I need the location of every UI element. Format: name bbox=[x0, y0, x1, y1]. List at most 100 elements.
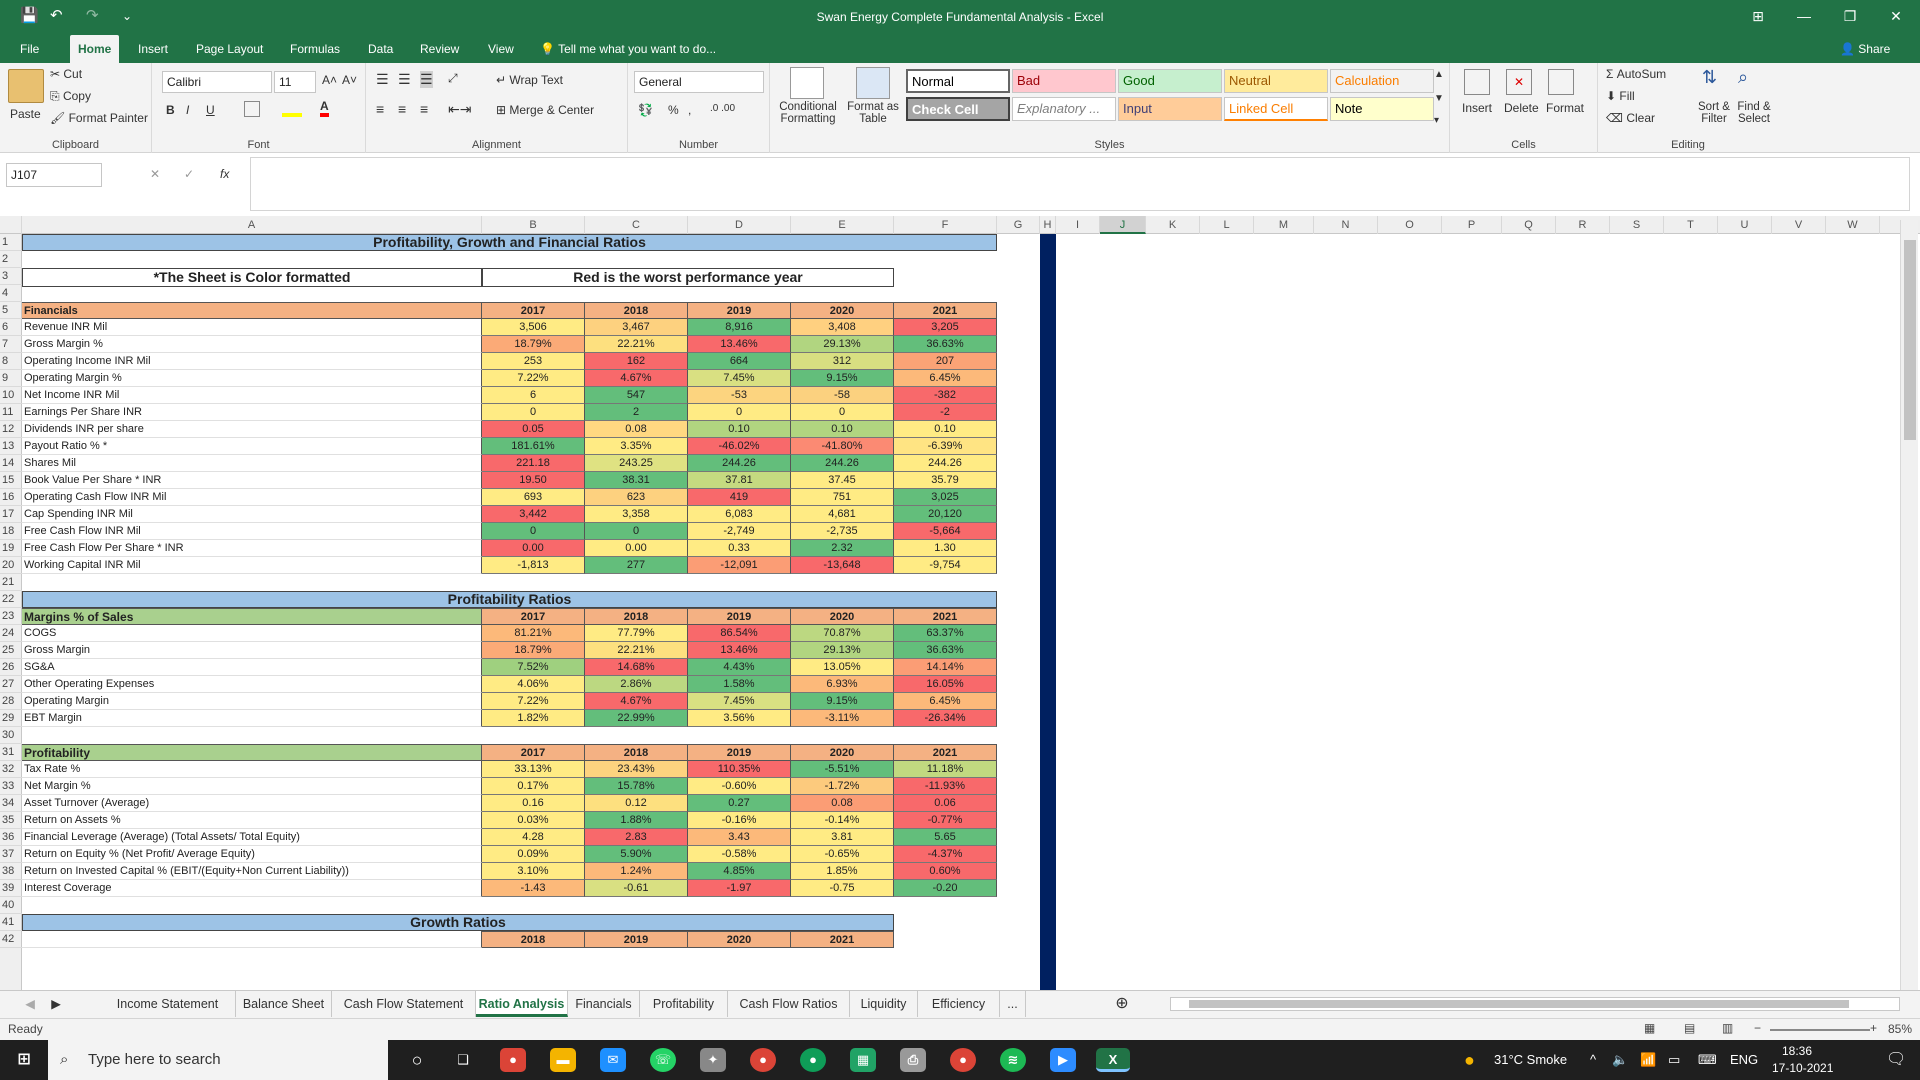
metric-value-row-32-2017[interactable]: 33.13% bbox=[482, 761, 585, 778]
sort-filter-icon[interactable]: ⇅ bbox=[1702, 67, 1717, 88]
minimize-button[interactable]: — bbox=[1782, 5, 1826, 27]
tab-data[interactable]: Data bbox=[360, 35, 401, 63]
metric-value-row-16-2020[interactable]: 751 bbox=[791, 489, 894, 506]
metric-value-row-26-2017[interactable]: 7.52% bbox=[482, 659, 585, 676]
metric-value-row-25-2018[interactable]: 22.21% bbox=[585, 642, 688, 659]
metric-value-row-33-2019[interactable]: -0.60% bbox=[688, 778, 791, 795]
row-header-4[interactable]: 4 bbox=[0, 285, 22, 302]
metric-value-row-18-2021[interactable]: -5,664 bbox=[894, 523, 997, 540]
row-header-5[interactable]: 5 bbox=[0, 302, 22, 319]
battery-icon[interactable]: ▭ bbox=[1668, 1040, 1680, 1080]
metric-value-row-10-2019[interactable]: -53 bbox=[688, 387, 791, 404]
cancel-icon[interactable]: ✕ bbox=[150, 167, 160, 181]
clipboard-icon[interactable] bbox=[8, 69, 44, 103]
metric-value-row-11-2020[interactable]: 0 bbox=[791, 404, 894, 421]
row-header-23[interactable]: 23 bbox=[0, 608, 22, 625]
metric-value-row-11-2018[interactable]: 2 bbox=[585, 404, 688, 421]
row-header-34[interactable]: 34 bbox=[0, 795, 22, 812]
metric-value-row-26-2020[interactable]: 13.05% bbox=[791, 659, 894, 676]
metric-value-row-6-2017[interactable]: 3,506 bbox=[482, 319, 585, 336]
metric-value-row-39-2018[interactable]: -0.61 bbox=[585, 880, 688, 897]
row-header-19[interactable]: 19 bbox=[0, 540, 22, 557]
column-header-T[interactable]: T bbox=[1664, 216, 1718, 234]
column-header-I[interactable]: I bbox=[1056, 216, 1100, 234]
sheet-tab-ratio-analysis[interactable]: Ratio Analysis bbox=[476, 991, 568, 1017]
italic-button[interactable]: I bbox=[186, 103, 189, 117]
gallery-up-icon[interactable]: ▲ bbox=[1434, 69, 1444, 80]
metric-value-row-28-2019[interactable]: 7.45% bbox=[688, 693, 791, 710]
row-header-28[interactable]: 28 bbox=[0, 693, 22, 710]
style-normal[interactable]: Normal bbox=[906, 69, 1010, 93]
format-as-table-button[interactable]: Format as Table bbox=[844, 101, 902, 125]
ribbon-display-icon[interactable]: ⊞ bbox=[1736, 5, 1780, 27]
metric-value-row-8-2017[interactable]: 253 bbox=[482, 353, 585, 370]
row-header-6[interactable]: 6 bbox=[0, 319, 22, 336]
align-bottom-icon[interactable]: ☰ bbox=[420, 71, 433, 88]
share-button[interactable]: 👤 Share bbox=[1840, 35, 1890, 63]
metric-value-row-36-2021[interactable]: 5.65 bbox=[894, 829, 997, 846]
column-header-F[interactable]: F bbox=[894, 216, 997, 234]
column-header-M[interactable]: M bbox=[1254, 216, 1314, 234]
shrink-font-button[interactable]: A˅ bbox=[342, 73, 357, 87]
name-box[interactable]: J107 bbox=[6, 163, 102, 187]
row-header-13[interactable]: 13 bbox=[0, 438, 22, 455]
column-header-O[interactable]: O bbox=[1378, 216, 1442, 234]
currency-icon[interactable]: 💱 bbox=[638, 103, 653, 117]
metric-value-row-9-2021[interactable]: 6.45% bbox=[894, 370, 997, 387]
metric-value-row-7-2017[interactable]: 18.79% bbox=[482, 336, 585, 353]
metric-value-row-36-2020[interactable]: 3.81 bbox=[791, 829, 894, 846]
chrome-profile-2-icon[interactable]: ● bbox=[800, 1048, 826, 1072]
metric-value-row-28-2021[interactable]: 6.45% bbox=[894, 693, 997, 710]
fill-color-icon[interactable] bbox=[282, 101, 302, 117]
language-indicator[interactable]: ENG bbox=[1730, 1040, 1758, 1080]
metric-value-row-16-2017[interactable]: 693 bbox=[482, 489, 585, 506]
metric-value-row-34-2017[interactable]: 0.16 bbox=[482, 795, 585, 812]
metric-value-row-18-2017[interactable]: 0 bbox=[482, 523, 585, 540]
metric-value-row-14-2018[interactable]: 243.25 bbox=[585, 455, 688, 472]
add-sheet-icon[interactable]: ⊕ bbox=[1110, 991, 1134, 1017]
find-select-button[interactable]: Find & Select bbox=[1732, 101, 1776, 125]
metric-value-row-24-2020[interactable]: 70.87% bbox=[791, 625, 894, 642]
metric-value-row-37-2017[interactable]: 0.09% bbox=[482, 846, 585, 863]
metric-value-row-24-2021[interactable]: 63.37% bbox=[894, 625, 997, 642]
metric-value-row-28-2017[interactable]: 7.22% bbox=[482, 693, 585, 710]
next-sheet-icon[interactable]: ▶ bbox=[46, 991, 66, 1017]
conditional-formatting-button[interactable]: Conditional Formatting bbox=[776, 101, 840, 125]
metric-value-row-16-2019[interactable]: 419 bbox=[688, 489, 791, 506]
row-header-42[interactable]: 42 bbox=[0, 931, 22, 948]
metric-value-row-6-2019[interactable]: 8,916 bbox=[688, 319, 791, 336]
metric-value-row-25-2020[interactable]: 29.13% bbox=[791, 642, 894, 659]
align-right-icon[interactable]: ≡ bbox=[420, 101, 428, 117]
metric-value-row-28-2018[interactable]: 4.67% bbox=[585, 693, 688, 710]
metric-value-row-26-2019[interactable]: 4.43% bbox=[688, 659, 791, 676]
taskbar-search[interactable]: ⌕ Type here to search bbox=[48, 1040, 388, 1080]
column-header-G[interactable]: G bbox=[997, 216, 1040, 234]
metric-value-row-27-2020[interactable]: 6.93% bbox=[791, 676, 894, 693]
metric-value-row-12-2018[interactable]: 0.08 bbox=[585, 421, 688, 438]
metric-value-row-33-2020[interactable]: -1.72% bbox=[791, 778, 894, 795]
metric-value-row-20-2020[interactable]: -13,648 bbox=[791, 557, 894, 574]
font-name-select[interactable]: Calibri bbox=[162, 71, 272, 93]
metric-value-row-7-2020[interactable]: 29.13% bbox=[791, 336, 894, 353]
row-header-37[interactable]: 37 bbox=[0, 846, 22, 863]
metric-value-row-33-2018[interactable]: 15.78% bbox=[585, 778, 688, 795]
bold-button[interactable]: B bbox=[166, 103, 175, 117]
metric-value-row-18-2020[interactable]: -2,735 bbox=[791, 523, 894, 540]
metric-value-row-8-2019[interactable]: 664 bbox=[688, 353, 791, 370]
horizontal-scroll-thumb[interactable] bbox=[1189, 1000, 1849, 1008]
column-header-K[interactable]: K bbox=[1146, 216, 1200, 234]
style-input[interactable]: Input bbox=[1118, 97, 1222, 121]
sheets-icon[interactable]: ▦ bbox=[850, 1048, 876, 1072]
column-header-A[interactable]: A bbox=[22, 216, 482, 234]
font-size-select[interactable]: 11 bbox=[274, 71, 316, 93]
format-button[interactable]: Format bbox=[1546, 101, 1584, 115]
row-header-24[interactable]: 24 bbox=[0, 625, 22, 642]
row-header-32[interactable]: 32 bbox=[0, 761, 22, 778]
grow-font-button[interactable]: A˄ bbox=[322, 73, 337, 87]
tab-review[interactable]: Review bbox=[412, 35, 467, 63]
row-header-20[interactable]: 20 bbox=[0, 557, 22, 574]
metric-value-row-13-2018[interactable]: 3.35% bbox=[585, 438, 688, 455]
metric-value-row-6-2018[interactable]: 3,467 bbox=[585, 319, 688, 336]
metric-value-row-25-2021[interactable]: 36.63% bbox=[894, 642, 997, 659]
row-header-33[interactable]: 33 bbox=[0, 778, 22, 795]
